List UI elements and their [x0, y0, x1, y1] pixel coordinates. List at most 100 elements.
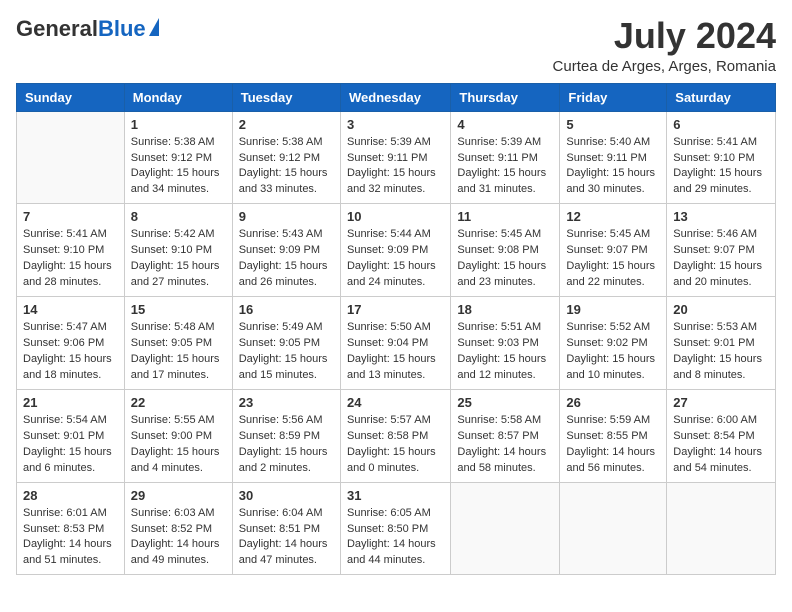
calendar-cell: 13 Sunrise: 5:46 AM Sunset: 9:07 PM Dayli…: [667, 204, 776, 297]
day-number: 16: [239, 302, 334, 317]
week-row: 28 Sunrise: 6:01 AM Sunset: 8:53 PM Dayli…: [17, 482, 776, 575]
calendar-cell: 7 Sunrise: 5:41 AM Sunset: 9:10 PM Daylig…: [17, 204, 125, 297]
header-row: SundayMondayTuesdayWednesdayThursdayFrid…: [17, 83, 776, 111]
day-info: Sunrise: 5:50 AM Sunset: 9:04 PM Dayligh…: [347, 320, 444, 384]
day-info: Sunrise: 5:39 AM Sunset: 9:11 PM Dayligh…: [457, 135, 553, 199]
calendar-cell: 31 Sunrise: 6:05 AM Sunset: 8:50 PM Dayli…: [340, 482, 450, 575]
calendar-cell: [451, 482, 560, 575]
day-number: 6: [673, 117, 769, 132]
week-row: 14 Sunrise: 5:47 AM Sunset: 9:06 PM Dayli…: [17, 297, 776, 390]
calendar-cell: 4 Sunrise: 5:39 AM Sunset: 9:11 PM Daylig…: [451, 111, 560, 204]
calendar-cell: 3 Sunrise: 5:39 AM Sunset: 9:11 PM Daylig…: [340, 111, 450, 204]
calendar-cell: 15Sunrise: 5:48 AM Sunset: 9:05 PM Dayli…: [124, 297, 232, 390]
day-number: 14: [23, 302, 118, 317]
day-info: Sunrise: 5:43 AM Sunset: 9:09 PM Dayligh…: [239, 227, 334, 291]
day-number: 3: [347, 117, 444, 132]
day-number: 1: [131, 117, 226, 132]
day-info: Sunrise: 5:41 AM Sunset: 9:10 PM Dayligh…: [23, 227, 118, 291]
day-info: Sunrise: 5:44 AM Sunset: 9:09 PM Dayligh…: [347, 227, 444, 291]
day-number: 22: [131, 395, 226, 410]
page-container: General Blue July 2024 Curtea de Arges, …: [16, 16, 776, 575]
weekday-header: Wednesday: [340, 83, 450, 111]
day-info: Sunrise: 6:00 AM Sunset: 8:54 PM Dayligh…: [673, 413, 769, 477]
day-number: 19: [566, 302, 660, 317]
weekday-header: Monday: [124, 83, 232, 111]
calendar-cell: 1Sunrise: 5:38 AM Sunset: 9:12 PM Daylig…: [124, 111, 232, 204]
day-number: 8: [131, 209, 226, 224]
calendar-cell: 12 Sunrise: 5:45 AM Sunset: 9:07 PM Dayli…: [560, 204, 667, 297]
calendar-cell: 30 Sunrise: 6:04 AM Sunset: 8:51 PM Dayli…: [232, 482, 340, 575]
calendar-cell: 11 Sunrise: 5:45 AM Sunset: 9:08 PM Dayli…: [451, 204, 560, 297]
calendar-cell: 24 Sunrise: 5:57 AM Sunset: 8:58 PM Dayli…: [340, 389, 450, 482]
logo-triangle-icon: [149, 18, 159, 36]
day-info: Sunrise: 6:04 AM Sunset: 8:51 PM Dayligh…: [239, 506, 334, 570]
day-number: 27: [673, 395, 769, 410]
calendar-cell: 25 Sunrise: 5:58 AM Sunset: 8:57 PM Dayli…: [451, 389, 560, 482]
month-title: July 2024: [553, 16, 776, 56]
calendar-cell: [17, 111, 125, 204]
day-info: Sunrise: 5:54 AM Sunset: 9:01 PM Dayligh…: [23, 413, 118, 477]
calendar-cell: 20Sunrise: 5:53 AM Sunset: 9:01 PM Dayli…: [667, 297, 776, 390]
day-info: Sunrise: 5:59 AM Sunset: 8:55 PM Dayligh…: [566, 413, 660, 477]
day-number: 28: [23, 488, 118, 503]
day-info: Sunrise: 6:01 AM Sunset: 8:53 PM Dayligh…: [23, 506, 118, 570]
logo: General Blue: [16, 16, 159, 42]
day-number: 10: [347, 209, 444, 224]
calendar-cell: 29 Sunrise: 6:03 AM Sunset: 8:52 PM Dayli…: [124, 482, 232, 575]
calendar-cell: 14 Sunrise: 5:47 AM Sunset: 9:06 PM Dayli…: [17, 297, 125, 390]
day-info: Sunrise: 5:39 AM Sunset: 9:11 PM Dayligh…: [347, 135, 444, 199]
day-info: Sunrise: 5:57 AM Sunset: 8:58 PM Dayligh…: [347, 413, 444, 477]
day-number: 29: [131, 488, 226, 503]
day-info: Sunrise: 5:45 AM Sunset: 9:08 PM Dayligh…: [457, 227, 553, 291]
day-number: 7: [23, 209, 118, 224]
day-info: Sunrise: 5:51 AM Sunset: 9:03 PM Dayligh…: [457, 320, 553, 384]
calendar-cell: 5 Sunrise: 5:40 AM Sunset: 9:11 PM Daylig…: [560, 111, 667, 204]
day-info: Sunrise: 5:40 AM Sunset: 9:11 PM Dayligh…: [566, 135, 660, 199]
weekday-header: Friday: [560, 83, 667, 111]
weekday-header: Thursday: [451, 83, 560, 111]
header: General Blue July 2024 Curtea de Arges, …: [16, 16, 776, 75]
calendar-cell: 10 Sunrise: 5:44 AM Sunset: 9:09 PM Dayli…: [340, 204, 450, 297]
day-number: 13: [673, 209, 769, 224]
day-number: 12: [566, 209, 660, 224]
day-info: Sunrise: 5:47 AM Sunset: 9:06 PM Dayligh…: [23, 320, 118, 384]
calendar-cell: 16Sunrise: 5:49 AM Sunset: 9:05 PM Dayli…: [232, 297, 340, 390]
day-info: Sunrise: 5:45 AM Sunset: 9:07 PM Dayligh…: [566, 227, 660, 291]
day-info: Sunrise: 6:05 AM Sunset: 8:50 PM Dayligh…: [347, 506, 444, 570]
day-number: 21: [23, 395, 118, 410]
calendar-cell: 6 Sunrise: 5:41 AM Sunset: 9:10 PM Daylig…: [667, 111, 776, 204]
calendar-table: SundayMondayTuesdayWednesdayThursdayFrid…: [16, 83, 776, 576]
day-number: 25: [457, 395, 553, 410]
week-row: 1Sunrise: 5:38 AM Sunset: 9:12 PM Daylig…: [17, 111, 776, 204]
calendar-cell: 21 Sunrise: 5:54 AM Sunset: 9:01 PM Dayli…: [17, 389, 125, 482]
weekday-header: Saturday: [667, 83, 776, 111]
weekday-header: Sunday: [17, 83, 125, 111]
day-info: Sunrise: 5:46 AM Sunset: 9:07 PM Dayligh…: [673, 227, 769, 291]
logo-blue-text: Blue: [98, 16, 146, 42]
day-number: 18: [457, 302, 553, 317]
calendar-cell: 22 Sunrise: 5:55 AM Sunset: 9:00 PM Dayli…: [124, 389, 232, 482]
day-info: Sunrise: 5:41 AM Sunset: 9:10 PM Dayligh…: [673, 135, 769, 199]
calendar-cell: 19 Sunrise: 5:52 AM Sunset: 9:02 PM Dayli…: [560, 297, 667, 390]
day-info: Sunrise: 5:56 AM Sunset: 8:59 PM Dayligh…: [239, 413, 334, 477]
week-row: 7 Sunrise: 5:41 AM Sunset: 9:10 PM Daylig…: [17, 204, 776, 297]
day-info: Sunrise: 5:58 AM Sunset: 8:57 PM Dayligh…: [457, 413, 553, 477]
day-number: 5: [566, 117, 660, 132]
week-row: 21 Sunrise: 5:54 AM Sunset: 9:01 PM Dayli…: [17, 389, 776, 482]
day-number: 31: [347, 488, 444, 503]
day-info: Sunrise: 6:03 AM Sunset: 8:52 PM Dayligh…: [131, 506, 226, 570]
day-number: 30: [239, 488, 334, 503]
calendar-cell: 2Sunrise: 5:38 AM Sunset: 9:12 PM Daylig…: [232, 111, 340, 204]
calendar-cell: 26 Sunrise: 5:59 AM Sunset: 8:55 PM Dayli…: [560, 389, 667, 482]
day-number: 17: [347, 302, 444, 317]
day-number: 24: [347, 395, 444, 410]
calendar-cell: 17 Sunrise: 5:50 AM Sunset: 9:04 PM Dayli…: [340, 297, 450, 390]
calendar-cell: 28 Sunrise: 6:01 AM Sunset: 8:53 PM Dayli…: [17, 482, 125, 575]
day-number: 11: [457, 209, 553, 224]
day-number: 4: [457, 117, 553, 132]
calendar-cell: 27 Sunrise: 6:00 AM Sunset: 8:54 PM Dayli…: [667, 389, 776, 482]
logo-general-text: General: [16, 16, 98, 42]
day-number: 26: [566, 395, 660, 410]
day-info: Sunrise: 5:55 AM Sunset: 9:00 PM Dayligh…: [131, 413, 226, 477]
day-info: Sunrise: 5:52 AM Sunset: 9:02 PM Dayligh…: [566, 320, 660, 384]
